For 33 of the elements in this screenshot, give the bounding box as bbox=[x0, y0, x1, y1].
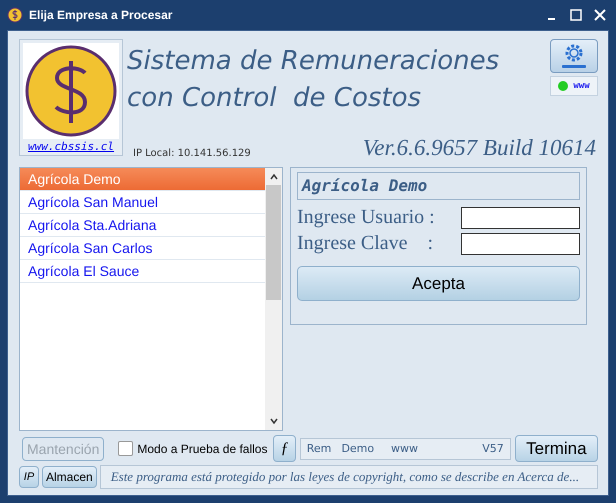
window-title: Elija Empresa a Procesar bbox=[29, 8, 174, 22]
status-text: Demo bbox=[341, 442, 376, 455]
password-field[interactable] bbox=[461, 232, 580, 254]
status-text: Rem bbox=[306, 442, 332, 455]
function-button[interactable]: ƒ bbox=[273, 435, 296, 462]
password-label: Ingrese Clave : bbox=[297, 232, 434, 255]
ip-button[interactable]: IP bbox=[19, 466, 39, 488]
app-title: Sistema de Remuneraciones bbox=[127, 45, 500, 78]
company-item[interactable]: Agrícola San Carlos bbox=[20, 237, 265, 260]
version-text: Ver.6.6.9657 Build 10614 bbox=[362, 135, 596, 161]
gear-icon bbox=[559, 42, 589, 70]
website-link[interactable]: www.cbssis.cl bbox=[28, 140, 114, 153]
app-icon bbox=[7, 7, 23, 23]
coin-logo-icon bbox=[23, 43, 119, 139]
ip-address: IP Local: 10.141.56.129 bbox=[133, 148, 251, 159]
company-item[interactable]: Agrícola San Manuel bbox=[20, 191, 265, 214]
web-status-indicator: www bbox=[550, 76, 598, 96]
exit-button[interactable]: Termina bbox=[514, 435, 598, 462]
company-item[interactable]: Agrícola El Sauce bbox=[20, 260, 265, 283]
failsafe-label: Modo a Prueba de fallos bbox=[137, 442, 268, 456]
app-subtitle: con Control de Costos bbox=[127, 82, 422, 115]
accept-button[interactable]: Acepta bbox=[297, 266, 580, 301]
company-item[interactable]: Agrícola Sta.Adriana bbox=[20, 214, 265, 237]
store-button[interactable]: Almacen bbox=[42, 466, 97, 488]
failsafe-checkbox[interactable] bbox=[118, 441, 134, 456]
user-label: Ingrese Usuario : bbox=[297, 206, 436, 229]
status-text: www bbox=[391, 442, 419, 455]
copyright-notice: Este programa está protegido por las leyes de copyright, como se describe en Acerca de... bbox=[100, 465, 598, 489]
company-name: Agrícola Demo bbox=[297, 172, 580, 200]
settings-button[interactable] bbox=[550, 39, 598, 73]
status-text: V57 bbox=[482, 442, 504, 455]
user-field[interactable] bbox=[461, 206, 580, 228]
scrollbar[interactable] bbox=[265, 168, 282, 430]
